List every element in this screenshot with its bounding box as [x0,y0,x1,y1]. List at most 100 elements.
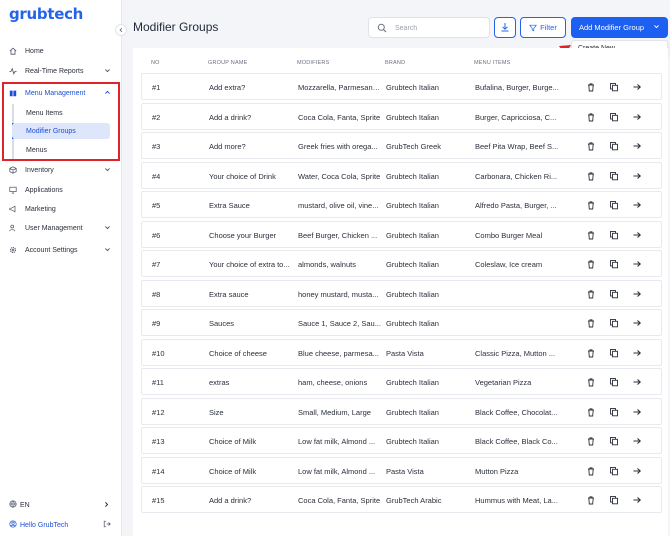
sidebar: grubtech Home Real-Time Reports Menu Man… [0,0,122,536]
cell-no: #13 [152,437,165,446]
trash-icon[interactable] [586,495,596,505]
chevron-down-icon [104,67,111,76]
table-row[interactable]: #9 Sauces Sauce 1, Sauce 2, Sau... Grubtech… [141,309,662,336]
arrow-right-icon[interactable] [632,200,642,210]
arrow-right-icon[interactable] [632,171,642,181]
add-modifier-group-button[interactable]: Add Modifier Group [571,17,668,38]
grubtech-logo[interactable]: grubtech [9,5,83,23]
download-icon [501,23,509,32]
cell-menu-items: Black Coffee, Black Co... [475,437,558,446]
sidebar-item-account-settings[interactable]: Account Settings [0,241,122,259]
cell-no: #10 [152,348,165,358]
trash-icon[interactable] [586,348,596,358]
arrow-right-icon[interactable] [632,495,642,505]
download-button[interactable] [494,17,516,38]
arrow-right-icon[interactable] [632,348,642,358]
search-box[interactable] [368,17,490,38]
filter-button[interactable]: Filter [520,17,566,38]
cell-brand: GrubTech Arabic [386,496,442,505]
cell-brand: Grubtech Italian [386,171,439,181]
trash-icon[interactable] [586,200,596,210]
trash-icon[interactable] [586,112,596,122]
copy-icon[interactable] [609,289,619,299]
sidebar-collapse-button[interactable] [115,24,127,36]
table-row[interactable]: #2 Add a drink? Coca Cola, Fanta, Sprite Gr… [141,102,662,130]
trash-icon[interactable] [586,171,596,181]
sidebar-item-home[interactable]: Home [0,42,122,60]
trash-icon[interactable] [586,82,596,92]
arrow-right-icon[interactable] [632,407,642,417]
table-row[interactable]: #1 Add extra? Mozzarella, Parmesan, ... Gru… [141,73,662,100]
trash-icon[interactable] [586,289,596,299]
trash-icon[interactable] [586,466,596,476]
table-row[interactable]: #8 Extra sauce honey mustard, musta... Grub… [141,279,662,307]
user-profile[interactable]: Hello GrubTech [0,518,122,532]
trash-icon[interactable] [586,318,596,328]
copy-icon[interactable] [609,348,619,358]
sidebar-item-real-time-reports[interactable]: Real-Time Reports [0,62,122,80]
cell-no: #11 [152,378,164,387]
arrow-right-icon[interactable] [632,466,642,476]
sidebar-item-inventory[interactable]: Inventory [0,161,122,179]
cell-brand: Pasta Vista [386,348,424,358]
arrow-right-icon[interactable] [632,436,642,446]
trash-icon[interactable] [586,230,596,240]
table-row[interactable]: #5 Extra Sauce mustard, olive oil, vine...… [141,191,662,218]
table-row[interactable]: #14 Choice of Milk Low fat milk, Almond ..… [141,456,662,484]
copy-icon[interactable] [609,495,619,505]
cell-group-name: Extra Sauce [209,201,250,210]
trash-icon[interactable] [586,407,596,417]
table-row[interactable]: #3 Add more? Greek fries with orega... Grub… [141,132,662,159]
table-row[interactable]: #4 Your choice of Drink Water, Coca Cola, … [141,161,662,189]
sidebar-item-applications[interactable]: Applications [0,181,122,199]
box-icon [9,166,17,174]
cell-no: #6 [152,230,161,240]
cell-no: #5 [152,201,161,210]
user-greeting: Hello GrubTech [20,521,69,529]
logout-icon[interactable] [103,520,111,530]
copy-icon[interactable] [609,318,619,328]
copy-icon[interactable] [609,112,619,122]
page-title: Modifier Groups [133,20,219,34]
table-row[interactable]: #10 Choice of cheese Blue cheese, parmesa.… [141,338,662,366]
sidebar-item-marketing[interactable]: Marketing [0,200,122,218]
arrow-right-icon[interactable] [632,141,642,151]
arrow-right-icon[interactable] [632,289,642,299]
sidebar-item-user-management[interactable]: User Management [0,219,122,237]
copy-icon[interactable] [609,259,619,269]
column-header-menu-items: MENU ITEMS [474,60,511,66]
arrow-right-icon[interactable] [632,82,642,92]
copy-icon[interactable] [609,200,619,210]
table-row[interactable]: #11 extras ham, cheese, onions Grubtech Ita… [141,368,662,395]
arrow-right-icon[interactable] [632,112,642,122]
trash-icon[interactable] [586,141,596,151]
copy-icon[interactable] [609,466,619,476]
chevron-down-icon [104,246,111,255]
copy-icon[interactable] [609,230,619,240]
table-row[interactable]: #13 Choice of Milk Low fat milk, Almond ..… [141,427,662,454]
table-row[interactable]: #15 Add a drink? Coca Cola, Fanta, Sprite G… [141,486,662,513]
trash-icon[interactable] [586,377,596,387]
arrow-right-icon[interactable] [632,259,642,269]
table-row[interactable]: #12 Size Small, Medium, Large Grubtech Ital… [141,397,662,425]
cell-menu-items: Hummus with Meat, La... [475,496,558,505]
table-row[interactable]: #7 Your choice of extra to... almonds, wal… [141,250,662,277]
copy-icon[interactable] [609,82,619,92]
trash-icon[interactable] [586,436,596,446]
search-input[interactable] [395,21,485,35]
cell-modifiers: ham, cheese, onions [298,378,368,387]
copy-icon[interactable] [609,407,619,417]
language-selector[interactable]: EN [0,498,122,512]
copy-icon[interactable] [609,171,619,181]
arrow-right-icon[interactable] [632,318,642,328]
cell-brand: Pasta Vista [386,466,424,476]
arrow-right-icon[interactable] [632,377,642,387]
table-row[interactable]: #6 Choose your Burger Beef Burger, Chicken… [141,220,662,248]
copy-icon[interactable] [609,436,619,446]
trash-icon[interactable] [586,259,596,269]
copy-icon[interactable] [609,377,619,387]
copy-icon[interactable] [609,141,619,151]
cell-brand: Grubtech Italian [386,230,439,240]
cell-modifiers: mustard, olive oil, vine... [298,201,379,210]
arrow-right-icon[interactable] [632,230,642,240]
